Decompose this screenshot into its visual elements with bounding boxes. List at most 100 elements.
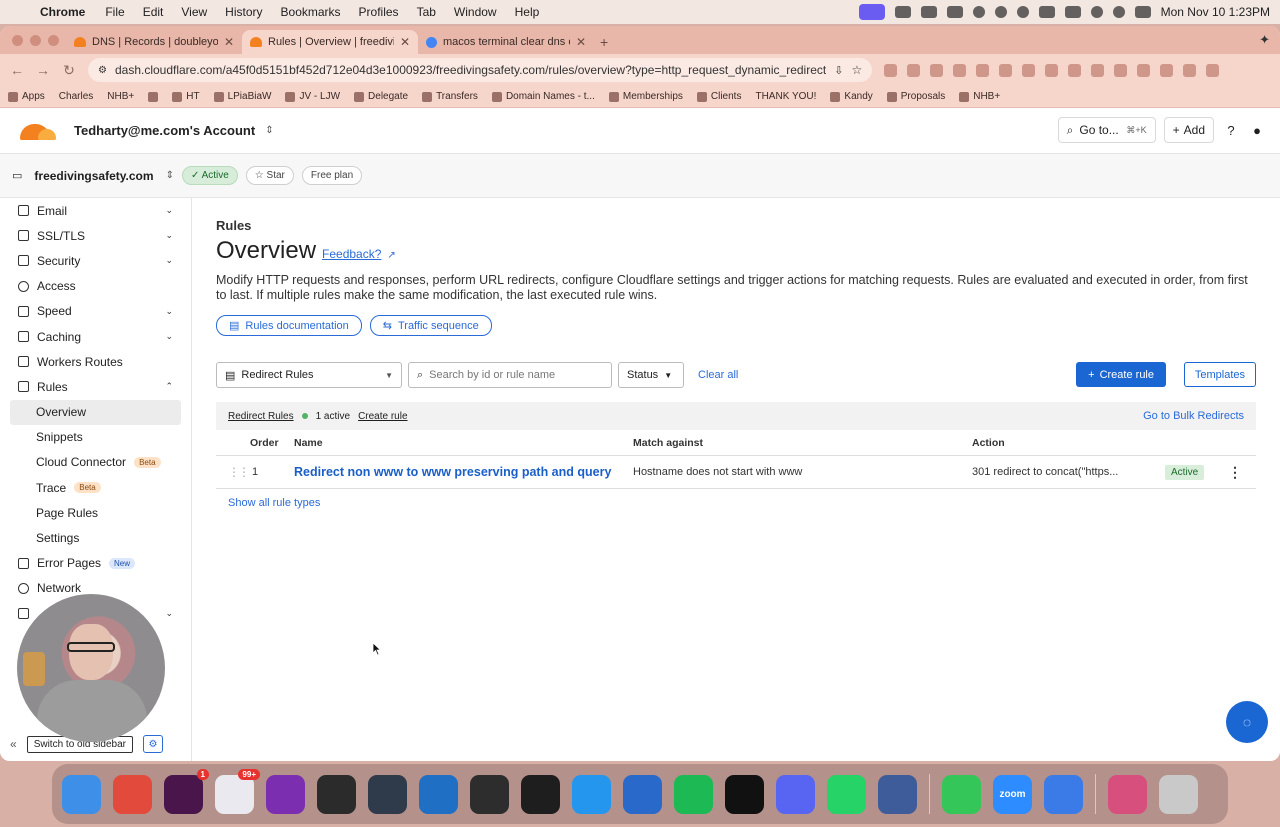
bookmark-item[interactable]: LPiaBiaW [213, 91, 271, 102]
extension-icon[interactable] [1160, 63, 1174, 77]
dock-app-trash-icon[interactable] [1159, 774, 1198, 814]
dock-app-telegram-icon[interactable] [368, 774, 407, 814]
bookmark-item[interactable]: THANK YOU! [755, 91, 816, 102]
dock-app-slack-icon[interactable]: 1 [164, 768, 209, 814]
menu-profiles[interactable]: Profiles [359, 5, 399, 19]
close-window-button[interactable] [12, 35, 23, 46]
extension-icon[interactable] [930, 63, 944, 77]
traffic-sequence-button[interactable]: ⇆ Traffic sequence [369, 315, 492, 336]
menubar-clock[interactable]: Mon Nov 10 1:23PM [1161, 5, 1270, 19]
account-switch-icon[interactable]: ⇕ [265, 125, 273, 136]
status-filter[interactable]: Status ▼ [618, 362, 684, 388]
sidebar-subitem-snippets[interactable]: Snippets [0, 425, 191, 450]
dock-app-capcut-icon[interactable] [725, 774, 764, 814]
cloudflare-logo-icon[interactable] [16, 120, 56, 142]
extension-icon[interactable] [1183, 63, 1197, 77]
menu-view[interactable]: View [181, 5, 207, 19]
sidebar-item-email[interactable]: Email ⌄ [0, 198, 191, 223]
dock-app-github-icon[interactable] [470, 774, 509, 814]
account-name[interactable]: Tedharty@me.com's Account [74, 123, 255, 138]
menu-history[interactable]: History [225, 5, 262, 19]
zone-domain[interactable]: freedivingsafety.com [34, 169, 153, 183]
sidebar-subitem-trace[interactable]: Trace Beta [0, 475, 191, 500]
menu-file[interactable]: File [105, 5, 124, 19]
bulk-redirects-link[interactable]: Go to Bulk Redirects [1143, 410, 1244, 422]
bookmark-item[interactable]: Charles [59, 91, 93, 102]
bookmark-star-icon[interactable]: ☆ [851, 63, 862, 77]
install-icon[interactable]: ⇩ [834, 64, 843, 77]
minimize-window-button[interactable] [30, 35, 41, 46]
app-status-icon[interactable] [920, 6, 937, 18]
dock-app-docker-icon[interactable] [572, 774, 611, 814]
dock-app-terminal-icon[interactable] [521, 774, 560, 814]
extension-icon[interactable] [1068, 63, 1082, 77]
drag-handle-icon[interactable]: ⋮⋮ [228, 465, 250, 479]
sidebar-item-caching[interactable]: Caching ⌄ [0, 324, 191, 349]
rules-documentation-button[interactable]: ▤ Rules documentation [216, 315, 362, 336]
bookmark-item[interactable]: Apps [8, 91, 45, 102]
rule-name-link[interactable]: Redirect non www to www preserving path … [294, 465, 611, 479]
forward-icon[interactable]: → [36, 62, 50, 78]
back-icon[interactable]: ← [10, 62, 24, 78]
menu-help[interactable]: Help [515, 5, 540, 19]
bookmark-item[interactable]: Domain Names - t... [491, 91, 595, 102]
extension-icon[interactable] [1022, 63, 1036, 77]
dock-app-settings-icon[interactable] [1044, 774, 1083, 814]
control-center-icon[interactable] [1134, 6, 1151, 18]
extension-icon[interactable] [1206, 63, 1220, 77]
bookmark-item[interactable]: HT [172, 91, 200, 102]
search-icon[interactable] [1112, 6, 1125, 18]
sidebar-item-ssl-tls[interactable]: SSL/TLS ⌄ [0, 223, 191, 248]
extension-icon[interactable] [999, 63, 1013, 77]
extension-icon[interactable] [884, 63, 898, 77]
menu-window[interactable]: Window [454, 5, 497, 19]
dock-app-preview-icon[interactable] [1108, 774, 1147, 814]
sidebar-item-workers-routes[interactable]: Workers Routes [0, 349, 191, 374]
apple-icon[interactable] [14, 5, 28, 19]
dock-app-discord-icon[interactable] [776, 774, 815, 814]
tab-dns-records[interactable]: DNS | Records | doubleyourb ✕ [66, 30, 242, 54]
create-rule-button[interactable]: + Create rule [1076, 362, 1166, 387]
star-button[interactable]: ☆ Star [245, 166, 294, 185]
display-icon[interactable] [1038, 6, 1055, 18]
dock-app-finder-icon[interactable] [62, 774, 101, 814]
sidebar-subitem-overview[interactable]: Overview [10, 399, 181, 425]
add-button[interactable]: + Add [1163, 117, 1214, 143]
more-options-icon[interactable]: ⋮ [1228, 464, 1242, 481]
user-icon[interactable]: ● [1248, 121, 1266, 139]
sidebar-item-security[interactable]: Security ⌄ [0, 248, 191, 273]
plan-badge[interactable]: Free plan [301, 166, 363, 185]
collapse-sidebar-icon[interactable]: « [10, 737, 17, 751]
menu-edit[interactable]: Edit [143, 5, 164, 19]
bookmark-item[interactable]: Memberships [608, 91, 683, 102]
bookmark-item[interactable]: JV - LJW [285, 91, 340, 102]
extension-icon[interactable] [1114, 63, 1128, 77]
gear-icon[interactable] [1016, 6, 1029, 18]
butterfly-icon[interactable] [894, 6, 911, 18]
menu-tab[interactable]: Tab [417, 5, 436, 19]
extension-icon[interactable] [953, 63, 967, 77]
table-row[interactable]: ⋮⋮ 1 Redirect non www to www preserving … [216, 456, 1256, 489]
rule-search-input[interactable]: ⌕ Search by id or rule name [408, 362, 612, 388]
menubar-app-name[interactable]: Chrome [40, 5, 85, 19]
help-icon[interactable]: ? [1222, 121, 1240, 139]
battery-icon[interactable] [1064, 6, 1081, 18]
dock-app-onenote-icon[interactable] [266, 774, 305, 814]
close-tab-icon[interactable]: ✕ [400, 35, 410, 49]
tab-google-search[interactable]: macos terminal clear dns cac ✕ [418, 30, 594, 54]
extension-icon[interactable] [1045, 63, 1059, 77]
gemini-icon[interactable]: ✦ [1259, 32, 1270, 48]
dock-app-chrome-icon[interactable] [113, 774, 152, 814]
dock-app-simulator-icon[interactable] [878, 774, 917, 814]
bookmark-item[interactable]: Delegate [354, 91, 408, 102]
wifi-icon[interactable] [1090, 6, 1103, 18]
sidebar-item-access[interactable]: Access [0, 274, 191, 299]
section-title[interactable]: Redirect Rules [228, 411, 294, 422]
zone-switch-icon[interactable]: ⇕ [166, 170, 174, 181]
bookmark-item[interactable]: Proposals [886, 91, 945, 102]
dock-app-zoom-icon[interactable]: zoom [993, 774, 1032, 814]
bookmark-item[interactable]: Transfers [422, 91, 478, 102]
new-tab-button[interactable]: + [600, 34, 608, 50]
screen-record-icon[interactable] [858, 4, 885, 20]
clear-all-link[interactable]: Clear all [698, 369, 738, 381]
